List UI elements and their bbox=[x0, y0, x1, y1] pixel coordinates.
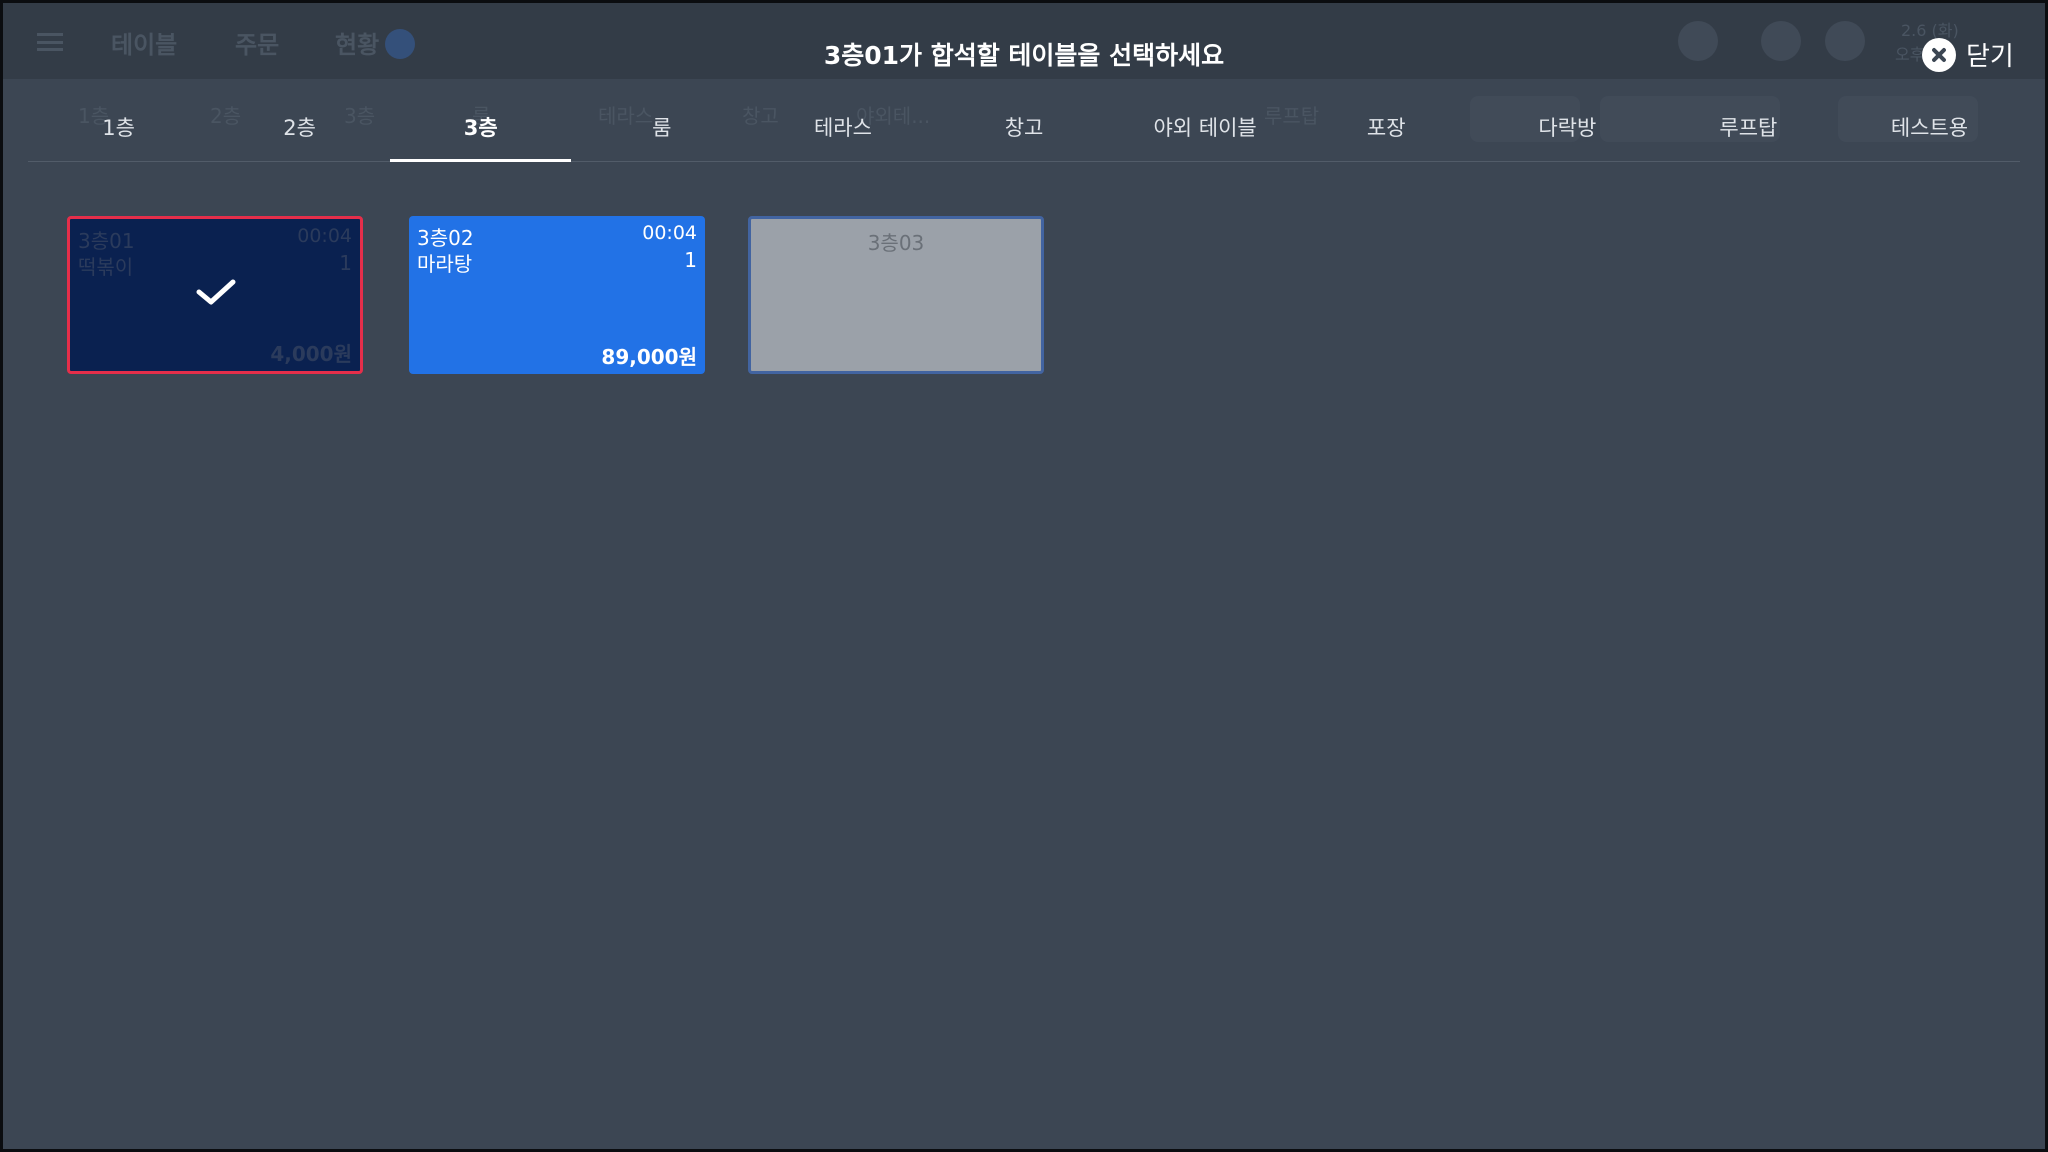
table-name: 3층03 bbox=[867, 231, 925, 255]
tab-takeout[interactable]: 포장 bbox=[1296, 100, 1477, 161]
floor-tabs: 1층 2층 3층 룸 테라스 창고 야외 테이블 포장 다락방 루프탑 테스트용 bbox=[28, 100, 2020, 162]
table-name: 3층02 bbox=[417, 226, 474, 250]
table-count: 1 bbox=[684, 248, 697, 272]
screen-frame bbox=[0, 0, 2048, 1152]
table-menu: 떡볶이 bbox=[78, 255, 134, 279]
tab-terrace[interactable]: 테라스 bbox=[752, 100, 933, 161]
table-name: 3층01 bbox=[78, 229, 135, 253]
tab-2f[interactable]: 2층 bbox=[209, 100, 390, 161]
tab-storage[interactable]: 창고 bbox=[933, 100, 1114, 161]
table-menu: 마라탕 bbox=[417, 252, 473, 276]
tab-room[interactable]: 룸 bbox=[571, 100, 752, 161]
tab-test[interactable]: 테스트용 bbox=[1839, 100, 2020, 161]
tab-attic[interactable]: 다락방 bbox=[1477, 100, 1658, 161]
table-card-3f01[interactable]: 3층01 00:04 떡볶이 1 4,000원 bbox=[67, 216, 363, 374]
tab-1f[interactable]: 1층 bbox=[28, 100, 209, 161]
tab-outdoor-table[interactable]: 야외 테이블 bbox=[1115, 100, 1296, 161]
modal-title: 3층01가 합석할 테이블을 선택하세요 bbox=[823, 41, 1225, 70]
close-icon bbox=[1922, 37, 1956, 72]
check-icon bbox=[196, 279, 236, 305]
table-time: 00:04 bbox=[297, 225, 352, 247]
table-count: 1 bbox=[339, 251, 352, 275]
close-label: 닫기 bbox=[1966, 42, 2014, 72]
table-price: 4,000원 bbox=[270, 342, 352, 366]
table-price: 89,000원 bbox=[601, 345, 697, 369]
table-time: 00:04 bbox=[642, 222, 697, 244]
close-button[interactable]: 닫기 bbox=[1922, 36, 2014, 73]
tab-3f[interactable]: 3층 bbox=[390, 100, 572, 162]
tab-rooftop[interactable]: 루프탑 bbox=[1658, 100, 1839, 161]
table-card-3f03[interactable]: 3층03 bbox=[748, 216, 1044, 374]
table-card-3f02[interactable]: 3층02 00:04 마라탕 1 89,000원 bbox=[409, 216, 705, 374]
